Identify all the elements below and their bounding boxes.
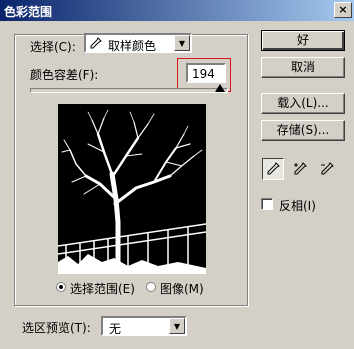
selection-preview-label: 选区预览(T): [22,321,91,335]
load-button[interactable]: 载入(L)... [261,93,345,114]
close-button[interactable]: × [334,2,352,18]
radio-selection-label: 选择范围(E) [70,282,135,296]
eyedropper-icon[interactable] [262,158,284,180]
tolerance-slider-track[interactable] [30,88,228,93]
tolerance-slider-thumb[interactable] [215,84,226,92]
selection-preview-image [58,104,206,274]
select-dropdown[interactable]: 取样颜色 ▼ [84,33,192,53]
select-label: 选择(C): [30,40,76,54]
select-value: 取样颜色 [108,39,157,53]
radio-image[interactable] [146,282,156,292]
tolerance-label: 颜色容差(F): [30,68,99,82]
selection-preview-dropdown[interactable]: 无 ▼ [101,316,187,336]
invert-checkbox[interactable] [261,198,273,210]
radio-selection[interactable] [56,282,66,292]
ok-button[interactable]: 好 [261,30,345,51]
selection-preview-value: 无 [109,322,122,336]
cancel-button[interactable]: 取消 [261,57,345,78]
radio-image-label: 图像(M) [160,282,204,296]
title-bar: 色彩范围 × [0,0,354,21]
window-title: 色彩范围 [4,5,53,19]
chevron-down-icon[interactable]: ▼ [174,35,190,51]
eyedropper-icon [90,37,102,52]
invert-label: 反相(I) [279,199,316,213]
save-button[interactable]: 存储(S)... [261,120,345,141]
eyedropper-minus-icon[interactable] [316,158,338,180]
eyedropper-plus-icon[interactable] [289,158,311,180]
tolerance-input[interactable]: 194 [186,63,226,83]
chevron-down-icon[interactable]: ▼ [169,318,185,334]
